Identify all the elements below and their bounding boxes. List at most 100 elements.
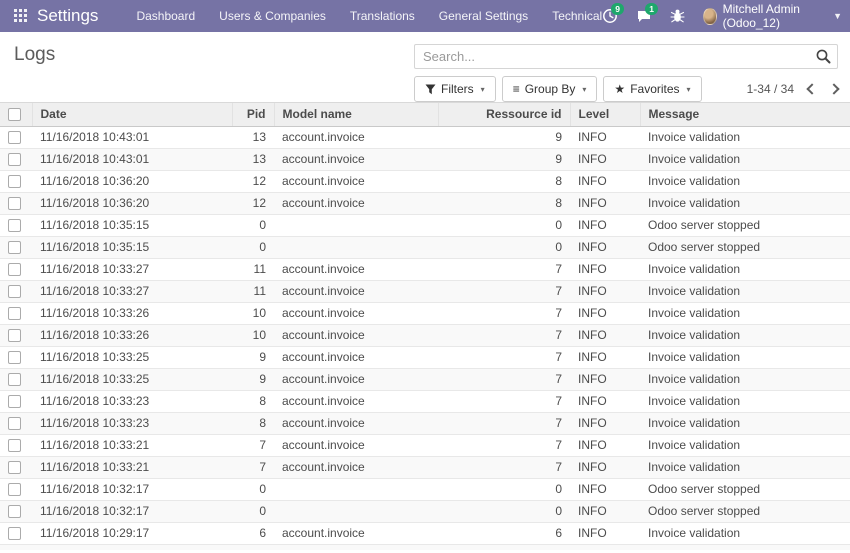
cell-level[interactable]: INFO bbox=[570, 280, 640, 302]
cell-level[interactable]: INFO bbox=[570, 214, 640, 236]
cell-model-name[interactable]: account.invoice bbox=[274, 412, 438, 434]
cell-pid[interactable]: 12 bbox=[232, 170, 274, 192]
filters-button[interactable]: Filters ▾ bbox=[414, 76, 496, 102]
cell-message[interactable]: Invoice validation bbox=[640, 456, 850, 478]
column-header-ressource-id[interactable]: Ressource id bbox=[438, 103, 570, 126]
cell-date[interactable]: 11/16/2018 10:43:01 bbox=[32, 126, 232, 148]
cell-date[interactable]: 11/16/2018 10:35:15 bbox=[32, 214, 232, 236]
activities-button[interactable]: 9 bbox=[602, 8, 618, 24]
cell-pid[interactable]: 9 bbox=[232, 368, 274, 390]
cell-date[interactable]: 11/16/2018 10:33:21 bbox=[32, 456, 232, 478]
cell-level[interactable]: INFO bbox=[570, 346, 640, 368]
column-header-date[interactable]: Date bbox=[32, 103, 232, 126]
cell-model-name[interactable]: account.invoice bbox=[274, 522, 438, 544]
table-row[interactable]: 11/16/2018 10:32:17 0 0 INFO Odoo server… bbox=[0, 500, 850, 522]
cell-ressource-id[interactable]: 7 bbox=[438, 324, 570, 346]
search-input[interactable] bbox=[414, 44, 838, 69]
cell-level[interactable]: INFO bbox=[570, 500, 640, 522]
cell-message[interactable]: Invoice validation bbox=[640, 412, 850, 434]
cell-model-name[interactable]: account.invoice bbox=[274, 346, 438, 368]
table-row[interactable]: 11/16/2018 10:36:20 12 account.invoice 8… bbox=[0, 170, 850, 192]
cell-model-name[interactable]: account.invoice bbox=[274, 192, 438, 214]
cell-date[interactable]: 11/16/2018 10:33:27 bbox=[32, 280, 232, 302]
cell-ressource-id[interactable]: 7 bbox=[438, 412, 570, 434]
cell-model-name[interactable]: account.invoice bbox=[274, 390, 438, 412]
menu-item[interactable]: General Settings bbox=[439, 9, 528, 23]
row-checkbox[interactable] bbox=[8, 241, 21, 254]
cell-date[interactable]: 11/16/2018 10:43:01 bbox=[32, 148, 232, 170]
app-name[interactable]: Settings bbox=[37, 6, 98, 26]
row-checkbox[interactable] bbox=[8, 197, 21, 210]
cell-ressource-id[interactable]: 0 bbox=[438, 478, 570, 500]
cell-date[interactable]: 11/16/2018 10:33:27 bbox=[32, 258, 232, 280]
cell-date[interactable]: 11/16/2018 10:33:25 bbox=[32, 346, 232, 368]
cell-model-name[interactable]: account.invoice bbox=[274, 324, 438, 346]
table-row[interactable]: 11/16/2018 10:33:21 7 account.invoice 7 … bbox=[0, 456, 850, 478]
table-row[interactable]: 11/16/2018 10:43:01 13 account.invoice 9… bbox=[0, 148, 850, 170]
row-checkbox[interactable] bbox=[8, 483, 21, 496]
cell-date[interactable]: 11/16/2018 10:36:20 bbox=[32, 170, 232, 192]
row-checkbox[interactable] bbox=[8, 329, 21, 342]
cell-date[interactable]: 11/16/2018 10:33:25 bbox=[32, 368, 232, 390]
column-header-pid[interactable]: Pid bbox=[232, 103, 274, 126]
cell-date[interactable]: 11/16/2018 10:33:21 bbox=[32, 434, 232, 456]
cell-pid[interactable]: 8 bbox=[232, 390, 274, 412]
cell-date[interactable]: 11/16/2018 10:33:26 bbox=[32, 302, 232, 324]
debug-button[interactable] bbox=[670, 8, 685, 24]
row-checkbox[interactable] bbox=[8, 153, 21, 166]
cell-pid[interactable]: 9 bbox=[232, 346, 274, 368]
cell-level[interactable]: INFO bbox=[570, 302, 640, 324]
table-row[interactable]: 11/16/2018 10:33:26 10 account.invoice 7… bbox=[0, 324, 850, 346]
row-checkbox[interactable] bbox=[8, 175, 21, 188]
cell-level[interactable]: INFO bbox=[570, 434, 640, 456]
cell-model-name[interactable] bbox=[274, 214, 438, 236]
column-header-level[interactable]: Level bbox=[570, 103, 640, 126]
cell-pid[interactable]: 8 bbox=[232, 412, 274, 434]
apps-menu-icon[interactable] bbox=[14, 9, 27, 23]
cell-message[interactable]: Invoice validation bbox=[640, 280, 850, 302]
cell-message[interactable]: Odoo server stopped bbox=[640, 478, 850, 500]
table-row[interactable]: 11/16/2018 10:33:21 7 account.invoice 7 … bbox=[0, 434, 850, 456]
cell-pid[interactable]: 12 bbox=[232, 192, 274, 214]
cell-message[interactable]: Odoo server stopped bbox=[640, 236, 850, 258]
cell-pid[interactable]: 7 bbox=[232, 456, 274, 478]
row-checkbox[interactable] bbox=[8, 395, 21, 408]
cell-ressource-id[interactable]: 7 bbox=[438, 390, 570, 412]
cell-model-name[interactable]: account.invoice bbox=[274, 126, 438, 148]
cell-ressource-id[interactable]: 7 bbox=[438, 302, 570, 324]
messages-button[interactable]: 1 bbox=[636, 8, 652, 24]
table-row[interactable]: 11/16/2018 10:33:26 10 account.invoice 7… bbox=[0, 302, 850, 324]
select-all-checkbox[interactable] bbox=[8, 108, 21, 121]
row-checkbox[interactable] bbox=[8, 417, 21, 430]
cell-ressource-id[interactable]: 7 bbox=[438, 346, 570, 368]
cell-level[interactable]: INFO bbox=[570, 258, 640, 280]
column-header-model-name[interactable]: Model name bbox=[274, 103, 438, 126]
row-checkbox[interactable] bbox=[8, 263, 21, 276]
search-icon[interactable] bbox=[815, 48, 832, 65]
row-checkbox[interactable] bbox=[8, 131, 21, 144]
cell-ressource-id[interactable]: 0 bbox=[438, 236, 570, 258]
cell-pid[interactable]: 6 bbox=[232, 522, 274, 544]
cell-message[interactable]: Invoice validation bbox=[640, 346, 850, 368]
cell-level[interactable]: INFO bbox=[570, 478, 640, 500]
cell-level[interactable]: INFO bbox=[570, 148, 640, 170]
cell-pid[interactable]: 13 bbox=[232, 126, 274, 148]
menu-item[interactable]: Dashboard bbox=[136, 9, 195, 23]
cell-date[interactable]: 11/16/2018 10:33:23 bbox=[32, 390, 232, 412]
row-checkbox[interactable] bbox=[8, 351, 21, 364]
cell-pid[interactable]: 0 bbox=[232, 236, 274, 258]
table-row[interactable]: 11/16/2018 10:29:17 6 account.invoice 6 … bbox=[0, 522, 850, 544]
cell-message[interactable]: Invoice validation bbox=[640, 170, 850, 192]
cell-level[interactable]: INFO bbox=[570, 324, 640, 346]
cell-model-name[interactable] bbox=[274, 478, 438, 500]
row-checkbox[interactable] bbox=[8, 219, 21, 232]
cell-ressource-id[interactable]: 7 bbox=[438, 258, 570, 280]
cell-level[interactable]: INFO bbox=[570, 368, 640, 390]
cell-ressource-id[interactable]: 7 bbox=[438, 456, 570, 478]
cell-message[interactable]: Invoice validation bbox=[640, 390, 850, 412]
cell-level[interactable]: INFO bbox=[570, 236, 640, 258]
cell-model-name[interactable]: account.invoice bbox=[274, 148, 438, 170]
cell-model-name[interactable]: account.invoice bbox=[274, 302, 438, 324]
cell-date[interactable]: 11/16/2018 10:32:17 bbox=[32, 500, 232, 522]
cell-level[interactable]: INFO bbox=[570, 390, 640, 412]
